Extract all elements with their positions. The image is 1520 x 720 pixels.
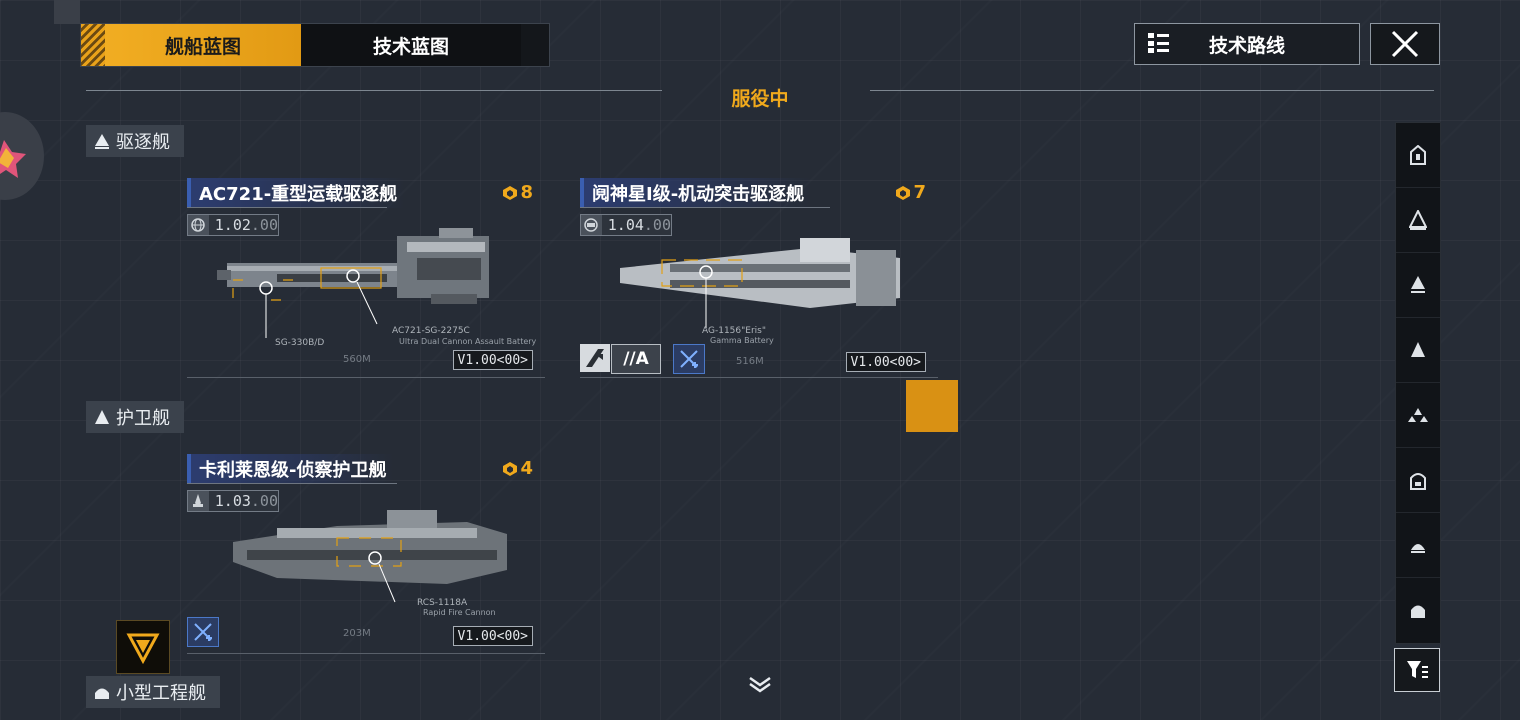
ship-length: 203M [343, 628, 371, 639]
weapon-label: AC721-SG-2275C [392, 326, 470, 336]
chevron-down-icon[interactable] [744, 672, 776, 696]
battlecruiser-class-icon [1409, 210, 1427, 230]
ship-count-value: 8 [520, 182, 533, 203]
tech-roadmap-button[interactable]: 技术路线 [1134, 23, 1360, 65]
filter-destroyer[interactable] [1396, 253, 1440, 318]
ship-card-kalilain[interactable]: 卡利莱恩级-侦察护卫舰 4 1.03.00 RCS-1118A Rapid Fi… [187, 454, 547, 654]
skill-assault[interactable] [580, 344, 610, 372]
filter-fighter[interactable] [1396, 383, 1440, 448]
crossed-swords-icon [194, 623, 212, 641]
filter-engineering[interactable] [1396, 513, 1440, 578]
engineering-class-icon [1411, 544, 1425, 553]
tab-ship-blueprint[interactable]: 舰船蓝图 [105, 24, 301, 66]
weapon-label: AG-1156"Eris" [702, 326, 766, 336]
title-underline [580, 207, 830, 208]
ship-model-image [620, 238, 900, 328]
filter-corvette[interactable] [1396, 578, 1440, 642]
weapon-description: Ultra Dual Cannon Assault Battery [399, 337, 537, 346]
blueprint-count-icon [896, 185, 911, 200]
fighter-class-icon [1408, 408, 1428, 422]
blueprint-count-icon [503, 461, 518, 476]
destroyer-class-icon [95, 134, 109, 149]
shield-icon [581, 215, 602, 235]
version-badge: V1.00<00> [452, 626, 533, 646]
tech-roadmap-label: 技术路线 [1208, 34, 1285, 57]
weapon-label: RCS-1118A [417, 598, 468, 608]
title-underline [187, 483, 397, 484]
ship-count: 4 [502, 458, 533, 479]
skill-crossed-swords[interactable] [187, 617, 219, 647]
ship-length: 560M [343, 354, 371, 365]
skill-type-a[interactable]: //A [611, 344, 661, 374]
category-label: 护卫舰 [116, 408, 170, 429]
version-badge: V1.00<00> [845, 352, 926, 372]
ship-name: AC721-重型运载驱逐舰 [187, 178, 406, 208]
filter-icon [1407, 661, 1428, 678]
filter-battlecruiser[interactable] [1396, 188, 1440, 253]
title-underline [187, 207, 387, 208]
filter-button[interactable] [1394, 648, 1440, 692]
frigate-class-icon [95, 410, 109, 424]
tab-tech-blueprint[interactable]: 技术蓝图 [301, 24, 521, 66]
destroyer-class-icon [1411, 276, 1425, 293]
crossed-swords-icon [680, 350, 698, 368]
ship-length: 516M [736, 356, 764, 367]
corvette-class-icon [1411, 605, 1425, 618]
category-label: 驱逐舰 [116, 132, 170, 153]
weapon-description: Gamma Battery [710, 336, 774, 345]
filter-carrier[interactable] [1396, 123, 1440, 188]
weapon-description: Rapid Fire Cannon [423, 608, 496, 617]
triangle-emblem-icon [126, 633, 160, 665]
category-label: 小型工程舰 [116, 683, 206, 704]
rocket-icon [188, 491, 209, 511]
ship-name: 卡利莱恩级-侦察护卫舰 [187, 454, 395, 484]
category-frigate[interactable]: 护卫舰 [86, 401, 184, 433]
blueprint-tabs: 舰船蓝图 技术蓝图 [80, 23, 550, 67]
assault-icon [586, 349, 604, 367]
ship-class-filter [1395, 122, 1441, 644]
globe-icon [188, 215, 209, 235]
close-icon [1391, 30, 1419, 58]
ship-card-ac721[interactable]: AC721-重型运载驱逐舰 8 1.02.00 SG-330B/D AC721-… [187, 178, 547, 378]
highlight-marker [906, 380, 958, 432]
skill-crossed-swords[interactable] [673, 344, 705, 374]
filter-auxiliary[interactable] [1396, 448, 1440, 513]
filter-frigate[interactable] [1396, 318, 1440, 383]
top-bar: 舰船蓝图 技术蓝图 技术路线 [80, 23, 1440, 67]
auxiliary-class-icon [1410, 473, 1426, 490]
status-in-service: 服役中 [731, 88, 789, 110]
corner-block [54, 0, 80, 24]
tab-decoration [81, 24, 105, 66]
ship-count: 7 [895, 182, 926, 203]
blueprint-count-icon [503, 185, 518, 200]
category-destroyer[interactable]: 驱逐舰 [86, 125, 184, 157]
carrier-class-icon [1410, 145, 1426, 165]
weapon-label: SG-330B/D [275, 338, 325, 348]
frigate-class-icon [1411, 342, 1425, 357]
ship-count-value: 7 [913, 182, 926, 203]
close-button[interactable] [1370, 23, 1440, 65]
ship-model-image [217, 228, 489, 338]
rank-chip[interactable] [116, 620, 170, 674]
category-engineering-ship[interactable]: 小型工程舰 [86, 676, 220, 708]
version-badge: V1.00<00> [452, 350, 533, 370]
ship-count-value: 4 [520, 458, 533, 479]
ship-count: 8 [502, 182, 533, 203]
engineering-class-icon [95, 688, 109, 699]
ship-name: 阋神星I级-机动突击驱逐舰 [580, 178, 813, 208]
